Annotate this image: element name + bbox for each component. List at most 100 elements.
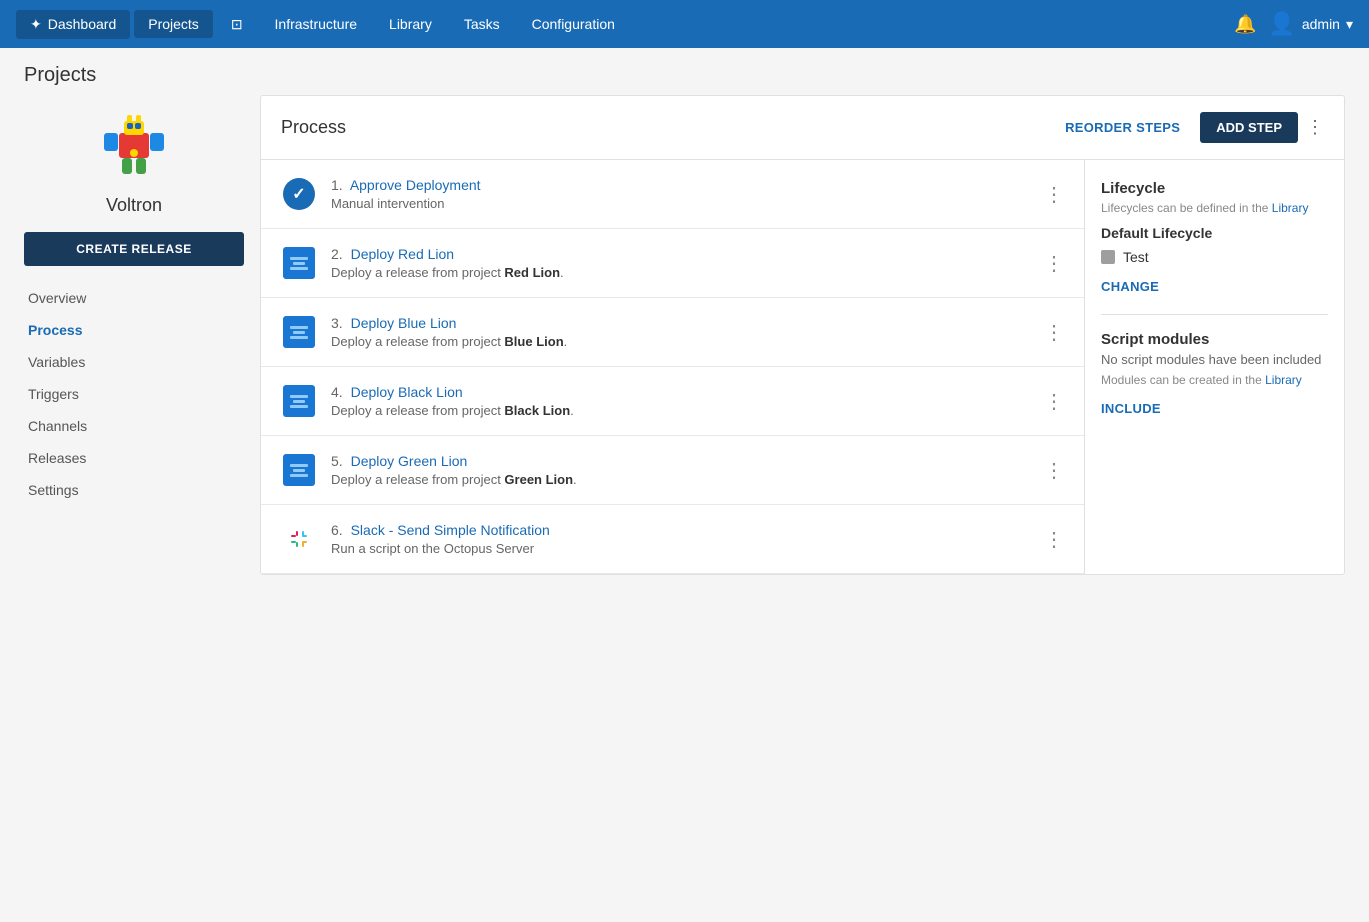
icon-bar-1 xyxy=(290,464,308,467)
lifecycle-title: Lifecycle xyxy=(1101,180,1328,197)
right-panel: Lifecycle Lifecycles can be defined in t… xyxy=(1084,160,1344,574)
user-icon: 👤 xyxy=(1268,11,1295,37)
sidebar-item-channels[interactable]: Channels xyxy=(24,410,244,442)
process-more-icon[interactable]: ⋮ xyxy=(1306,117,1324,138)
nav-library[interactable]: Library xyxy=(375,10,446,38)
sidebar-item-settings[interactable]: Settings xyxy=(24,474,244,506)
step-2-link[interactable]: Deploy Red Lion xyxy=(351,246,455,262)
sidebar-item-variables[interactable]: Variables xyxy=(24,346,244,378)
deploy-icon-3 xyxy=(283,316,315,348)
nav-infrastructure-label: Infrastructure xyxy=(275,16,357,32)
step-6-num: 6. xyxy=(331,522,343,538)
reorder-steps-button[interactable]: REORDER STEPS xyxy=(1053,114,1192,141)
step-2-desc: Deploy a release from project Red Lion. xyxy=(331,265,1030,280)
icon-bar-3 xyxy=(290,405,308,408)
divider xyxy=(1101,314,1328,315)
admin-user-button[interactable]: 👤 admin ▾ xyxy=(1268,11,1353,37)
sidebar-item-overview[interactable]: Overview xyxy=(24,282,244,314)
include-modules-button[interactable]: INCLUDE xyxy=(1101,397,1161,420)
step-item-5: 5. Deploy Green Lion Deploy a release fr… xyxy=(261,436,1084,505)
nav-configuration-label: Configuration xyxy=(532,16,615,32)
step-6-menu-icon[interactable]: ⋮ xyxy=(1044,527,1064,552)
step-item-3: 3. Deploy Blue Lion Deploy a release fro… xyxy=(261,298,1084,367)
step-4-link[interactable]: Deploy Black Lion xyxy=(351,384,463,400)
process-header: Process REORDER STEPS ADD STEP ⋮ xyxy=(261,96,1344,160)
step-5-desc: Deploy a release from project Green Lion… xyxy=(331,472,1030,487)
step-1-link[interactable]: Approve Deployment xyxy=(350,177,481,193)
change-lifecycle-button[interactable]: CHANGE xyxy=(1101,275,1159,298)
step-1-title: 1. Approve Deployment xyxy=(331,177,1030,193)
page-title: Projects xyxy=(24,64,1345,87)
main-layout: Voltron CREATE RELEASE Overview Process … xyxy=(0,95,1369,599)
icon-bar-2 xyxy=(293,400,305,403)
chevron-down-icon: ▾ xyxy=(1346,16,1353,33)
add-step-button[interactable]: ADD STEP xyxy=(1200,112,1298,143)
sidebar-navigation: Overview Process Variables Triggers Chan… xyxy=(24,282,244,506)
sidebar-item-process[interactable]: Process xyxy=(24,314,244,346)
project-logo xyxy=(24,103,244,183)
step-4-num: 4. xyxy=(331,384,343,400)
nav-camera[interactable]: ⊡ xyxy=(217,10,257,39)
no-modules-text: No script modules have been included xyxy=(1101,352,1328,367)
lifecycle-name: Test xyxy=(1123,249,1149,265)
icon-bar-1 xyxy=(290,326,308,329)
step-6-icon xyxy=(281,521,317,557)
voltron-logo-img xyxy=(94,103,174,183)
nav-infrastructure[interactable]: Infrastructure xyxy=(261,10,371,38)
nav-right-section: 🔔 👤 admin ▾ xyxy=(1234,11,1353,37)
dashboard-icon: ✦ xyxy=(30,16,42,33)
nav-tasks[interactable]: Tasks xyxy=(450,10,514,38)
top-navigation: ✦ Dashboard Projects ⊡ Infrastructure Li… xyxy=(0,0,1369,48)
step-item-2: 2. Deploy Red Lion Deploy a release from… xyxy=(261,229,1084,298)
step-item-4: 4. Deploy Black Lion Deploy a release fr… xyxy=(261,367,1084,436)
nav-projects[interactable]: Projects xyxy=(134,10,213,38)
step-5-menu-icon[interactable]: ⋮ xyxy=(1044,458,1064,483)
nav-tasks-label: Tasks xyxy=(464,16,500,32)
steps-list: 1. Approve Deployment Manual interventio… xyxy=(261,160,1084,574)
nav-configuration[interactable]: Configuration xyxy=(518,10,629,38)
step-6-info: 6. Slack - Send Simple Notification Run … xyxy=(331,522,1030,556)
page-header: Projects xyxy=(0,48,1369,95)
lifecycle-library-link[interactable]: Library xyxy=(1272,201,1309,215)
lifecycle-item: Test xyxy=(1101,249,1328,265)
step-5-link[interactable]: Deploy Green Lion xyxy=(351,453,468,469)
sidebar-item-releases[interactable]: Releases xyxy=(24,442,244,474)
step-2-menu-icon[interactable]: ⋮ xyxy=(1044,251,1064,276)
step-4-desc: Deploy a release from project Black Lion… xyxy=(331,403,1030,418)
step-1-info: 1. Approve Deployment Manual interventio… xyxy=(331,177,1030,211)
deploy-icon-2 xyxy=(283,247,315,279)
step-1-menu-icon[interactable]: ⋮ xyxy=(1044,182,1064,207)
step-1-desc: Manual intervention xyxy=(331,196,1030,211)
slack-icon xyxy=(283,523,315,555)
step-4-icon xyxy=(281,383,317,419)
step-1-num: 1. xyxy=(331,177,343,193)
nav-projects-label: Projects xyxy=(148,16,199,32)
deploy-icon-5 xyxy=(283,454,315,486)
script-modules-title: Script modules xyxy=(1101,331,1328,348)
step-5-title-row: 5. Deploy Green Lion xyxy=(331,453,1030,469)
icon-bar-2 xyxy=(293,331,305,334)
step-6-title-row: 6. Slack - Send Simple Notification xyxy=(331,522,1030,538)
step-4-menu-icon[interactable]: ⋮ xyxy=(1044,389,1064,414)
icon-bar-3 xyxy=(290,474,308,477)
step-6-desc: Run a script on the Octopus Server xyxy=(331,541,1030,556)
step-2-num: 2. xyxy=(331,246,343,262)
step-2-icon xyxy=(281,245,317,281)
step-6-link[interactable]: Slack - Send Simple Notification xyxy=(351,522,550,538)
project-sidebar: Voltron CREATE RELEASE Overview Process … xyxy=(24,95,244,575)
step-1-icon xyxy=(281,176,317,212)
nav-dashboard[interactable]: ✦ Dashboard xyxy=(16,10,130,39)
step-3-menu-icon[interactable]: ⋮ xyxy=(1044,320,1064,345)
sidebar-item-triggers[interactable]: Triggers xyxy=(24,378,244,410)
bell-icon[interactable]: 🔔 xyxy=(1234,14,1256,35)
check-icon xyxy=(283,178,315,210)
step-3-title-row: 3. Deploy Blue Lion xyxy=(331,315,1030,331)
icon-bar-2 xyxy=(293,262,305,265)
nav-library-label: Library xyxy=(389,16,432,32)
icon-bar-1 xyxy=(290,257,308,260)
create-release-button[interactable]: CREATE RELEASE xyxy=(24,232,244,266)
step-5-num: 5. xyxy=(331,453,343,469)
admin-label: admin xyxy=(1302,16,1340,32)
modules-library-link[interactable]: Library xyxy=(1265,373,1302,387)
step-3-link[interactable]: Deploy Blue Lion xyxy=(351,315,457,331)
